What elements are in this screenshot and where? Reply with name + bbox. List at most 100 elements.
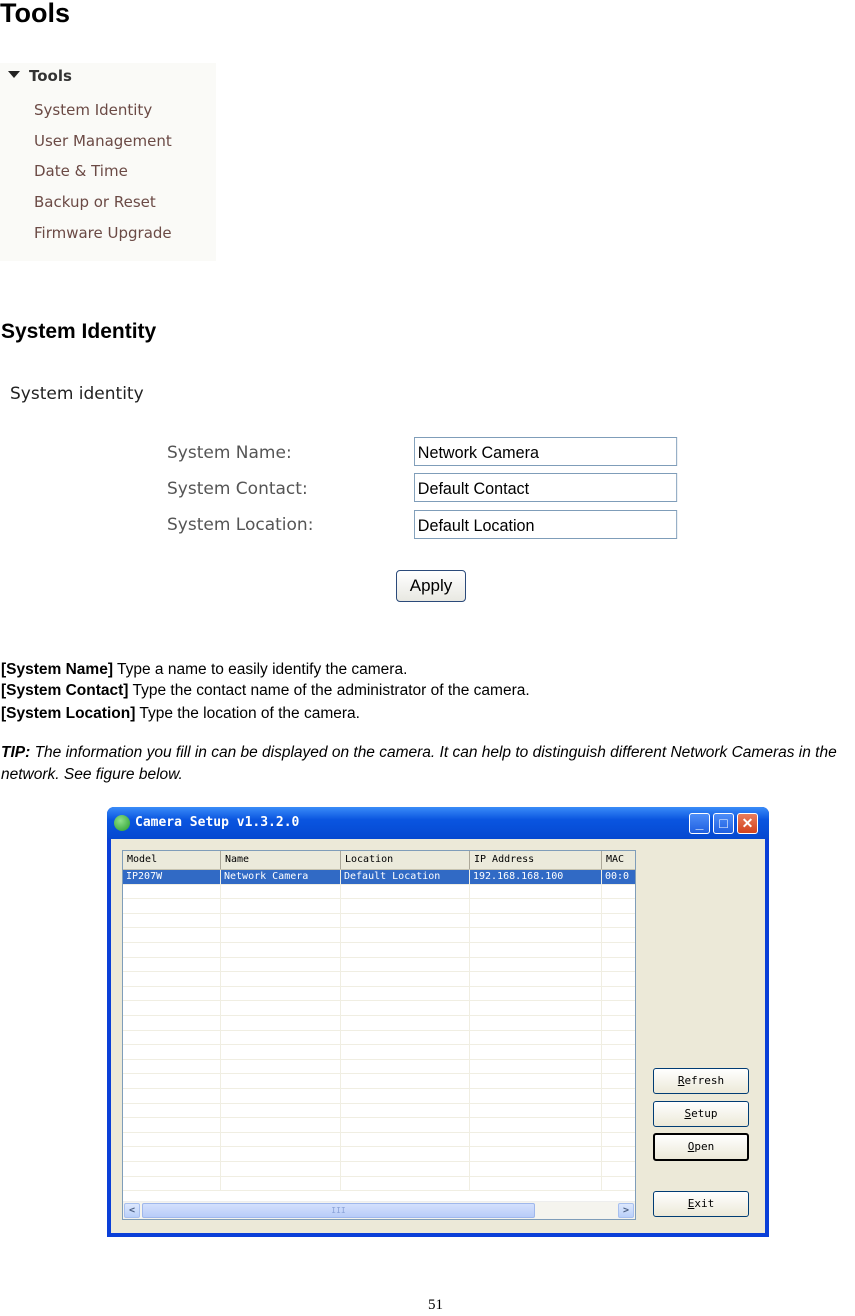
table-row-empty[interactable] <box>123 1176 635 1192</box>
table-row-empty[interactable] <box>123 1103 635 1119</box>
cell-empty <box>602 1104 635 1118</box>
table-row-empty[interactable] <box>123 1074 635 1089</box>
triangle-down-icon <box>8 71 20 78</box>
cell-empty <box>341 943 470 957</box>
table-row-empty[interactable] <box>123 1016 635 1031</box>
table-row-empty[interactable] <box>123 899 635 914</box>
maximize-button[interactable]: □ <box>713 813 734 834</box>
scrollbar-thumb[interactable]: III <box>142 1203 535 1218</box>
cell-empty <box>470 928 602 943</box>
cell-empty <box>341 1162 470 1176</box>
cell-empty <box>470 972 602 987</box>
table-row-empty[interactable] <box>123 1132 635 1148</box>
column-header-model[interactable]: Model <box>123 851 221 869</box>
window-titlebar[interactable]: Camera Setup v1.3.2.0 _ □ ✕ <box>107 807 769 839</box>
scroll-left-button[interactable]: < <box>124 1203 140 1218</box>
table-row-empty[interactable] <box>123 1162 635 1177</box>
cell-empty <box>221 957 341 972</box>
cell-empty <box>470 1074 602 1089</box>
open-button[interactable]: Open <box>653 1133 749 1161</box>
table-row-empty[interactable] <box>123 943 635 958</box>
table-row[interactable]: IP207W Network Camera Default Location 1… <box>123 870 635 885</box>
form-title: System identity <box>10 384 144 404</box>
scroll-right-button[interactable]: > <box>618 1203 634 1218</box>
nav-item-firmware-upgrade[interactable]: Firmware Upgrade <box>34 224 172 242</box>
cell-empty <box>602 958 635 972</box>
cell-empty <box>341 928 470 943</box>
cell-empty <box>470 986 602 1001</box>
cell-empty <box>470 1059 602 1074</box>
table-row-empty[interactable] <box>123 1147 635 1162</box>
table-row-empty[interactable] <box>123 1001 635 1016</box>
description-system-contact: [System Contact] Type the contact name o… <box>1 682 530 700</box>
table-row-empty[interactable] <box>123 1045 635 1060</box>
column-header-name[interactable]: Name <box>221 851 341 869</box>
cell-empty <box>123 1103 221 1118</box>
cell-empty <box>341 1089 470 1103</box>
cell-empty <box>221 1118 341 1133</box>
table-row-empty[interactable] <box>123 1118 635 1133</box>
cell-empty <box>221 913 341 928</box>
cell-empty <box>341 1147 470 1162</box>
refresh-button[interactable]: Refresh <box>653 1068 749 1094</box>
table-row-empty[interactable] <box>123 1089 635 1104</box>
table-row-empty[interactable] <box>123 884 635 900</box>
cell-name: Network Camera <box>221 870 341 884</box>
description-system-location: [System Location] Type the location of t… <box>1 705 360 723</box>
term: [System Name] <box>1 661 113 678</box>
table-row-empty[interactable] <box>123 1059 635 1075</box>
nav-item-system-identity[interactable]: System Identity <box>34 101 152 119</box>
cell-empty <box>602 885 635 899</box>
cell-empty <box>123 928 221 943</box>
nav-header-tools[interactable]: Tools <box>8 67 72 85</box>
cell-model: IP207W <box>123 870 221 884</box>
table-row-empty[interactable] <box>123 1030 635 1046</box>
cell-empty <box>602 1133 635 1147</box>
column-header-mac[interactable]: MAC <box>602 851 635 869</box>
system-contact-input[interactable]: Default Contact <box>414 473 678 502</box>
column-header-location[interactable]: Location <box>341 851 470 869</box>
nav-item-user-management[interactable]: User Management <box>34 132 172 150</box>
cell-empty <box>123 972 221 987</box>
minimize-button[interactable]: _ <box>689 813 710 834</box>
cell-empty <box>221 1030 341 1045</box>
cell-empty <box>221 1103 341 1118</box>
cell-empty <box>123 957 221 972</box>
table-row-empty[interactable] <box>123 986 635 1002</box>
cell-empty <box>470 1103 602 1118</box>
column-header-ip-address[interactable]: IP Address <box>470 851 602 869</box>
cell-empty <box>221 1074 341 1089</box>
cell-empty <box>221 884 341 899</box>
apply-button[interactable]: Apply <box>396 570 466 602</box>
cell-empty <box>221 1001 341 1016</box>
cell-empty <box>221 1016 341 1030</box>
nav-item-backup-reset[interactable]: Backup or Reset <box>34 193 156 211</box>
cell-location: Default Location <box>341 870 470 884</box>
cell-empty <box>341 899 470 914</box>
cell-empty <box>470 884 602 899</box>
system-name-input[interactable]: Network Camera <box>414 437 678 466</box>
system-location-input[interactable]: Default Location <box>414 510 678 539</box>
term: [System Contact] <box>1 682 129 699</box>
cell-empty <box>341 913 470 928</box>
exit-button[interactable]: Exit <box>653 1191 749 1217</box>
close-button[interactable]: ✕ <box>737 813 758 834</box>
table-row-empty[interactable] <box>123 928 635 943</box>
nav-item-date-time[interactable]: Date & Time <box>34 162 128 180</box>
description-system-name: [System Name] Type a name to easily iden… <box>1 661 407 679</box>
cell-empty <box>602 1177 635 1191</box>
setup-button[interactable]: Setup <box>653 1101 749 1127</box>
table-row-empty[interactable] <box>123 972 635 987</box>
cell-empty <box>341 986 470 1001</box>
cell-empty <box>602 1001 635 1015</box>
horizontal-scrollbar[interactable]: < III > <box>123 1201 635 1219</box>
cell-empty <box>602 1089 635 1103</box>
cell-empty <box>221 928 341 943</box>
nav-header-label: Tools <box>29 67 72 85</box>
camera-list[interactable]: Model Name Location IP Address MAC IP207… <box>122 850 636 1220</box>
table-row-empty[interactable] <box>123 957 635 973</box>
table-row-empty[interactable] <box>123 913 635 929</box>
cell-empty <box>123 943 221 957</box>
cell-empty <box>602 987 635 1001</box>
cell-empty <box>602 1162 635 1176</box>
